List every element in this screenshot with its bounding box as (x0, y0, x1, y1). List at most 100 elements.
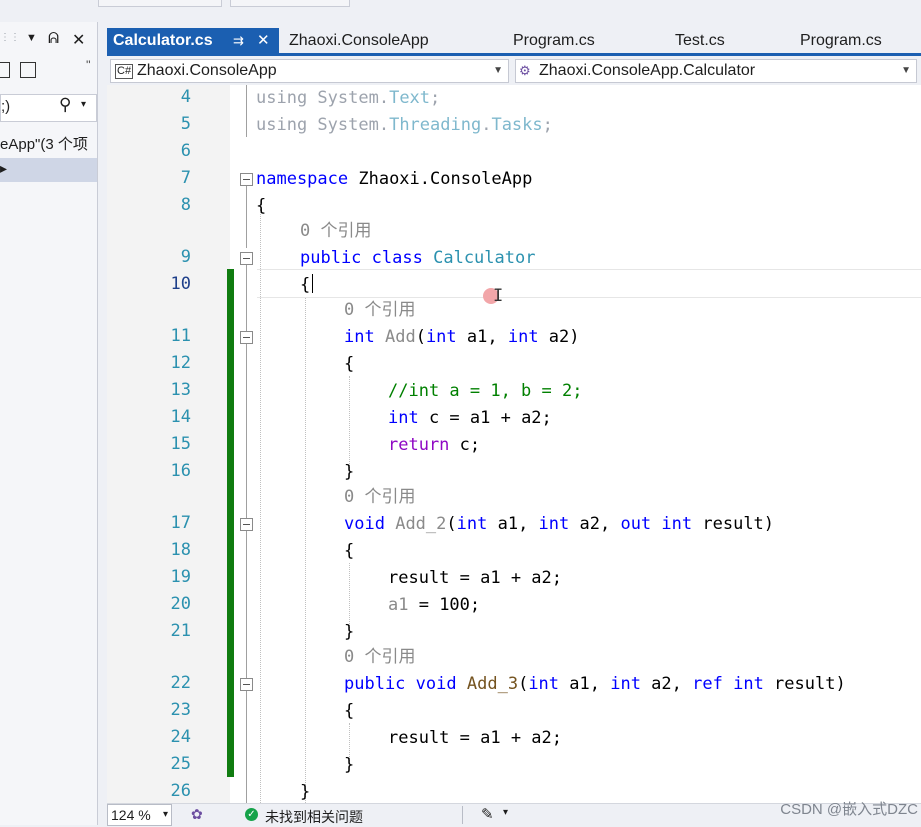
issues-status-text[interactable]: 未找到相关问题 (265, 807, 363, 827)
outline-line (246, 344, 247, 518)
collapse-all-icon[interactable] (20, 62, 36, 78)
code-line-16: } (344, 462, 355, 482)
tree-item-solution[interactable]: eApp"(3 个项 (0, 130, 97, 156)
tab-program-cs[interactable]: Program.cs (513, 28, 595, 53)
indent-guide (260, 209, 261, 803)
line-number: 18 (170, 540, 191, 560)
collapse-method-add-icon[interactable] (240, 331, 253, 344)
expand-icon[interactable]: ▸ (0, 160, 7, 177)
copilot-icon[interactable]: ✿ (191, 806, 203, 823)
collapse-class-icon[interactable] (240, 252, 253, 265)
watermark-text: CSDN @嵌入式DZC (780, 801, 918, 818)
tab-zhaoxi-consoleapp[interactable]: Zhaoxi.ConsoleApp (289, 28, 429, 53)
close-icon[interactable]: ✕ (257, 28, 270, 53)
grip-icon[interactable]: ⋮⋮ (0, 32, 20, 43)
toolbar-combo-2[interactable] (230, 0, 350, 7)
tab-program-cs-2[interactable]: Program.cs (800, 28, 882, 53)
document-tab-strip: Calculator.cs ⇉ ✕ Zhaoxi.ConsoleApp Prog… (107, 28, 921, 53)
line-number: 5 (180, 114, 191, 134)
code-line-14: int c = a1 + a2; (388, 408, 552, 428)
collapse-method-add3-icon[interactable] (240, 678, 253, 691)
line-number: 13 (170, 380, 191, 400)
tab-label: Calculator.cs (113, 32, 213, 49)
references-codelens[interactable]: 0 个引用 (344, 485, 415, 509)
class-icon: ⚙ (519, 63, 531, 78)
tab-label: Program.cs (800, 32, 882, 49)
more-icon[interactable]: '' (86, 58, 91, 72)
collapse-method-add2-icon[interactable] (240, 518, 253, 531)
code-line-22: public void Add_3(int a1, int a2, ref in… (344, 674, 846, 694)
references-codelens[interactable]: 0 个引用 (344, 298, 415, 322)
indent-guide (349, 376, 350, 468)
line-number: 4 (180, 87, 191, 107)
chevron-down-icon[interactable]: ▾ (503, 807, 508, 818)
solution-explorer-panel: ⋮⋮ ▼ ᕱ ✕ '' ;) ⚲ ▾ eApp"(3 个项 ▸ (0, 22, 98, 825)
references-codelens[interactable]: 0 个引用 (300, 219, 371, 243)
code-line-15: return c; (388, 435, 481, 455)
line-number: 21 (170, 621, 191, 641)
line-number: 12 (170, 353, 191, 373)
code-line-9: public class Calculator (300, 248, 536, 268)
code-line-5: using System.Threading.Tasks; (256, 115, 553, 135)
search-input[interactable]: ;) (1, 98, 10, 115)
code-line-24: result = a1 + a2; (388, 728, 562, 748)
code-cleanup-brush-icon[interactable]: ✎ (481, 805, 494, 823)
window-icon[interactable] (0, 62, 10, 78)
references-codelens[interactable]: 0 个引用 (344, 645, 415, 669)
line-number: 19 (170, 567, 191, 587)
current-line-highlight (257, 269, 921, 298)
ibeam-cursor-icon: I (493, 286, 504, 306)
pin-icon[interactable]: ᕱ (48, 30, 59, 47)
panel-toolbar: '' (0, 58, 97, 88)
line-number: 11 (170, 326, 191, 346)
outline-line (246, 85, 247, 137)
tab-calculator-cs[interactable]: Calculator.cs ⇉ ✕ (107, 28, 279, 53)
line-number: 22 (170, 673, 191, 693)
chevron-down-icon[interactable]: ▼ (901, 60, 911, 82)
code-line-26: } (300, 782, 311, 802)
line-number: 8 (180, 195, 191, 215)
navigation-bar: C# Zhaoxi.ConsoleApp ▼ ⚙ Zhaoxi.ConsoleA… (107, 56, 921, 85)
line-number: 6 (180, 141, 191, 161)
line-number: 15 (170, 434, 191, 454)
pin-icon[interactable]: ⇉ (233, 28, 244, 53)
chevron-down-icon[interactable]: ▾ (163, 805, 168, 825)
text-caret (312, 274, 313, 293)
search-icon[interactable]: ⚲ (59, 95, 71, 115)
status-separator (462, 806, 463, 824)
collapse-namespace-icon[interactable] (240, 173, 253, 186)
zoom-value: 124 % (111, 807, 151, 823)
member-dropdown[interactable]: ⚙ Zhaoxi.ConsoleApp.Calculator ▼ (515, 59, 917, 83)
code-line-20: a1 = 100; (388, 595, 481, 615)
line-number: 20 (170, 594, 191, 614)
code-line-13: //int a = 1, b = 2; (388, 381, 583, 401)
change-marker-bar (227, 269, 234, 777)
code-editor[interactable]: 4 5 6 7 8 9 10 11 12 13 14 15 16 17 18 1… (107, 85, 921, 803)
code-line-25: } (344, 755, 355, 775)
line-number: 10 (170, 274, 191, 294)
close-icon[interactable]: ✕ (72, 30, 85, 50)
tab-label: Test.cs (675, 32, 725, 49)
code-line-7: namespace Zhaoxi.ConsoleApp (256, 169, 533, 189)
tab-test-cs[interactable]: Test.cs (675, 28, 725, 53)
member-dropdown-value: Zhaoxi.ConsoleApp.Calculator (539, 62, 756, 79)
tree-item-project[interactable]: ▸ (0, 158, 97, 182)
line-number: 24 (170, 727, 191, 747)
zoom-dropdown[interactable]: 124 % ▾ (107, 804, 172, 826)
code-line-17: void Add_2(int a1, int a2, out int resul… (344, 514, 775, 534)
outline-line (246, 531, 247, 678)
tab-label: Program.cs (513, 32, 595, 49)
code-line-18: { (344, 541, 355, 561)
project-dropdown[interactable]: C# Zhaoxi.ConsoleApp ▼ (110, 59, 509, 83)
line-number: 17 (170, 513, 191, 533)
code-line-21: } (344, 622, 355, 642)
chevron-down-icon[interactable]: ▼ (26, 32, 37, 44)
code-line-23: { (344, 701, 355, 721)
toolbar-combo-1[interactable] (98, 0, 222, 7)
search-box[interactable]: ;) ⚲ ▾ (0, 94, 97, 122)
code-line-19: result = a1 + a2; (388, 568, 562, 588)
search-options-icon[interactable]: ▾ (81, 99, 86, 110)
chevron-down-icon[interactable]: ▼ (493, 60, 503, 82)
tree-item-label: eApp"(3 个项 (0, 136, 88, 153)
line-number: 7 (180, 168, 191, 188)
